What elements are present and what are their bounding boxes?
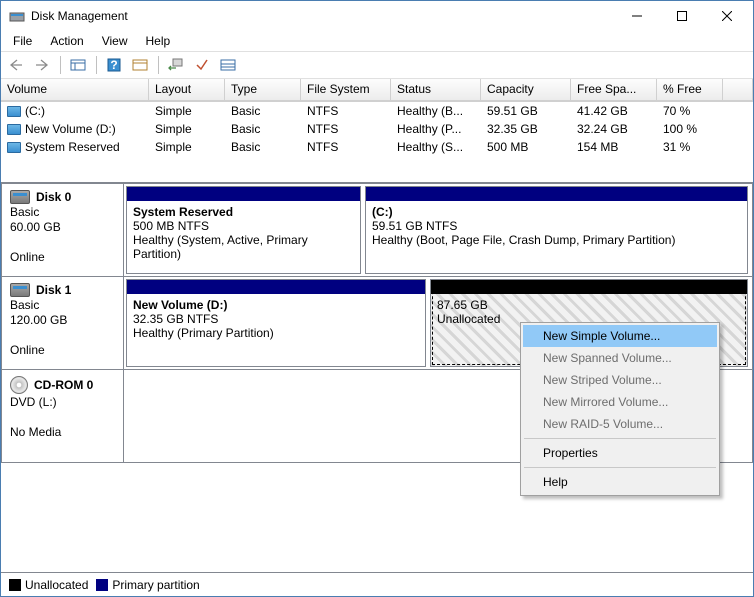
titlebar[interactable]: Disk Management bbox=[1, 1, 753, 31]
volume-row[interactable]: System ReservedSimpleBasicNTFSHealthy (S… bbox=[1, 138, 753, 156]
disk-name: Disk 0 bbox=[36, 190, 71, 204]
list-icon[interactable] bbox=[217, 54, 239, 76]
context-menu-item: New RAID-5 Volume... bbox=[523, 413, 717, 435]
disk-icon bbox=[10, 283, 30, 297]
partition[interactable]: New Volume (D:)32.35 GB NTFSHealthy (Pri… bbox=[126, 279, 426, 367]
context-menu-item: New Mirrored Volume... bbox=[523, 391, 717, 413]
partition-stripe bbox=[127, 280, 425, 294]
context-menu-item: New Striped Volume... bbox=[523, 369, 717, 391]
legend-unallocated: Unallocated bbox=[9, 578, 88, 592]
window-controls bbox=[614, 2, 749, 31]
col-volume[interactable]: Volume bbox=[1, 79, 149, 101]
menubar: File Action View Help bbox=[1, 31, 753, 51]
check-icon[interactable] bbox=[191, 54, 213, 76]
cd-icon bbox=[10, 376, 28, 394]
col-capacity[interactable]: Capacity bbox=[481, 79, 571, 101]
legend-primary: Primary partition bbox=[96, 578, 199, 592]
partition-name: New Volume (D:) bbox=[133, 298, 419, 312]
col-status[interactable]: Status bbox=[391, 79, 481, 101]
disk-management-window: Disk Management File Action View Help ? … bbox=[0, 0, 754, 597]
settings-button[interactable] bbox=[129, 54, 151, 76]
disk-icon bbox=[10, 190, 30, 204]
disk-row: Disk 0Basic60.00 GB OnlineSystem Reserve… bbox=[1, 183, 753, 277]
window-title: Disk Management bbox=[31, 9, 614, 23]
partition-health: Healthy (System, Active, Primary Partiti… bbox=[133, 233, 354, 261]
volume-name: New Volume (D:) bbox=[25, 122, 116, 136]
volume-list[interactable]: Volume Layout Type File System Status Ca… bbox=[1, 79, 753, 183]
col-type[interactable]: Type bbox=[225, 79, 301, 101]
disk-name: CD-ROM 0 bbox=[34, 378, 93, 392]
minimize-button[interactable] bbox=[614, 2, 659, 31]
context-menu-item[interactable]: Properties bbox=[523, 442, 717, 464]
disk-info[interactable]: Disk 1Basic120.00 GB Online bbox=[2, 277, 124, 369]
disk-type: Basic bbox=[10, 205, 115, 219]
maximize-button[interactable] bbox=[659, 2, 704, 31]
col-pct[interactable]: % Free bbox=[657, 79, 723, 101]
col-free[interactable]: Free Spa... bbox=[571, 79, 657, 101]
partitions: System Reserved500 MB NTFSHealthy (Syste… bbox=[124, 184, 752, 276]
disk-info[interactable]: Disk 0Basic60.00 GB Online bbox=[2, 184, 124, 276]
close-button[interactable] bbox=[704, 2, 749, 31]
app-icon bbox=[9, 8, 25, 24]
context-menu: New Simple Volume...New Spanned Volume..… bbox=[520, 322, 720, 496]
action-icon[interactable] bbox=[165, 54, 187, 76]
partition-health: Healthy (Primary Partition) bbox=[133, 326, 419, 340]
context-menu-item[interactable]: New Simple Volume... bbox=[523, 325, 717, 347]
disk-size: 60.00 GB bbox=[10, 220, 115, 234]
disk-status: Online bbox=[10, 343, 115, 357]
help-button[interactable]: ? bbox=[103, 54, 125, 76]
col-layout[interactable]: Layout bbox=[149, 79, 225, 101]
volume-name: System Reserved bbox=[25, 140, 120, 154]
disk-type: Basic bbox=[10, 298, 115, 312]
partition[interactable]: (C:)59.51 GB NTFSHealthy (Boot, Page Fil… bbox=[365, 186, 748, 274]
volume-row[interactable]: (C:)SimpleBasicNTFSHealthy (B...59.51 GB… bbox=[1, 102, 753, 120]
partition-stripe bbox=[127, 187, 360, 201]
partition-sub: 32.35 GB NTFS bbox=[133, 312, 419, 326]
partition-health: Healthy (Boot, Page File, Crash Dump, Pr… bbox=[372, 233, 741, 247]
separator bbox=[155, 54, 161, 76]
disk-graphic-view[interactable]: Disk 0Basic60.00 GB OnlineSystem Reserve… bbox=[1, 183, 753, 572]
partition-stripe bbox=[431, 280, 747, 294]
context-menu-item[interactable]: Help bbox=[523, 471, 717, 493]
disk-type: DVD (L:) bbox=[10, 395, 115, 409]
volume-icon bbox=[7, 124, 21, 135]
back-button bbox=[5, 54, 27, 76]
col-fs[interactable]: File System bbox=[301, 79, 391, 101]
volume-list-header[interactable]: Volume Layout Type File System Status Ca… bbox=[1, 79, 753, 102]
volume-icon bbox=[7, 106, 21, 117]
volume-icon bbox=[7, 142, 21, 153]
partition-sub: 59.51 GB NTFS bbox=[372, 219, 741, 233]
separator bbox=[57, 54, 63, 76]
legend: Unallocated Primary partition bbox=[1, 572, 753, 596]
partition-stripe bbox=[366, 187, 747, 201]
partition-name: System Reserved bbox=[133, 205, 354, 219]
partition-sub: 500 MB NTFS bbox=[133, 219, 354, 233]
svg-text:?: ? bbox=[110, 58, 117, 72]
disk-status: No Media bbox=[10, 425, 115, 439]
disk-size: 120.00 GB bbox=[10, 313, 115, 327]
volume-name: (C:) bbox=[25, 104, 45, 118]
disk-status: Online bbox=[10, 250, 115, 264]
col-spacer bbox=[723, 79, 753, 101]
context-menu-item: New Spanned Volume... bbox=[523, 347, 717, 369]
menu-action[interactable]: Action bbox=[42, 33, 91, 49]
menu-file[interactable]: File bbox=[5, 33, 40, 49]
separator bbox=[93, 54, 99, 76]
menu-help[interactable]: Help bbox=[138, 33, 179, 49]
disk-name: Disk 1 bbox=[36, 283, 71, 297]
partition[interactable]: System Reserved500 MB NTFSHealthy (Syste… bbox=[126, 186, 361, 274]
show-hide-button[interactable] bbox=[67, 54, 89, 76]
volume-row[interactable]: New Volume (D:)SimpleBasicNTFSHealthy (P… bbox=[1, 120, 753, 138]
forward-button bbox=[31, 54, 53, 76]
menu-view[interactable]: View bbox=[94, 33, 136, 49]
toolbar: ? bbox=[1, 51, 753, 79]
disk-info[interactable]: CD-ROM 0 DVD (L:) No Media bbox=[2, 370, 124, 462]
partition-sub: 87.65 GB bbox=[437, 298, 741, 312]
partition-name: (C:) bbox=[372, 205, 741, 219]
